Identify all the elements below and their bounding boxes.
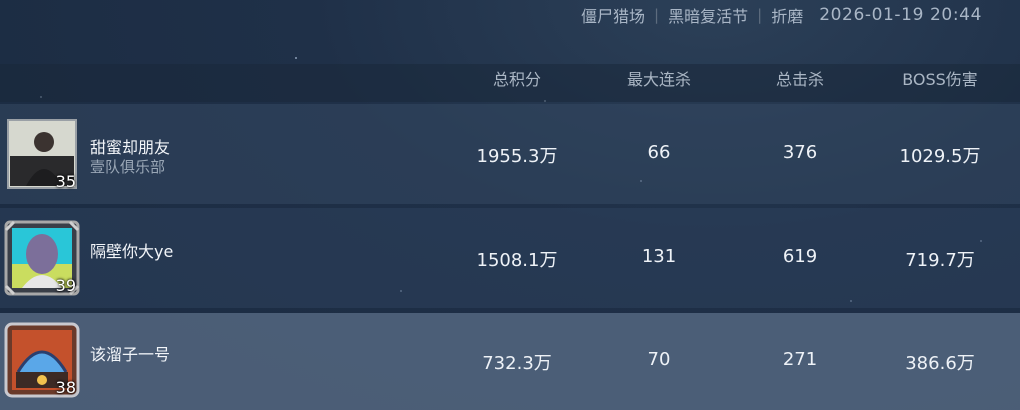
total-score-value: 1955.3万 — [476, 146, 558, 167]
total-kills-value: 271 — [782, 349, 818, 370]
total-kills-value: 376 — [782, 142, 818, 163]
avatar[interactable]: 39 — [4, 220, 80, 296]
match-timestamp: 2026-01-19 20:44 — [819, 5, 982, 25]
avatar[interactable]: 38 — [4, 322, 80, 398]
map-name: 黑暗复活节 — [668, 7, 749, 26]
divider: | — [654, 6, 660, 24]
column-header-boss-damage: BOSS伤害 — [902, 70, 978, 89]
divider: | — [757, 6, 763, 24]
total-score-value: 732.3万 — [482, 353, 552, 374]
player-level: 35 — [55, 172, 76, 191]
difficulty: 折磨 — [771, 7, 804, 26]
table-row[interactable]: 35 甜蜜却朋友 壹队俱乐部 1955.3万 66 376 1029.5万 — [0, 104, 1020, 204]
player-name: 甜蜜却朋友 — [90, 138, 171, 157]
max-streak-value: 70 — [647, 349, 671, 370]
max-streak-value: 131 — [641, 246, 677, 267]
total-score-value: 1508.1万 — [476, 250, 558, 271]
match-info-bar: 僵尸猎场 | 黑暗复活节 | 折磨 2026-01-19 20:44 — [581, 4, 982, 26]
column-header-total-kills: 总击杀 — [775, 70, 824, 89]
player-name: 隔壁你大ye — [90, 242, 174, 261]
player-level: 39 — [55, 276, 76, 295]
column-header-max-streak: 最大连杀 — [626, 70, 691, 89]
boss-damage-value: 386.6万 — [905, 353, 975, 374]
column-header-total-score: 总积分 — [492, 70, 541, 89]
avatar[interactable]: 35 — [4, 116, 80, 192]
boss-damage-value: 719.7万 — [905, 250, 975, 271]
player-level: 38 — [55, 378, 76, 397]
player-club: 壹队俱乐部 — [90, 158, 166, 176]
total-kills-value: 619 — [782, 246, 818, 267]
player-name: 该溜子一号 — [90, 345, 171, 364]
game-mode: 僵尸猎场 — [581, 7, 646, 26]
boss-damage-value: 1029.5万 — [899, 146, 981, 167]
table-row[interactable]: 38 该溜子一号 732.3万 70 271 386.6万 — [0, 313, 1020, 410]
max-streak-value: 66 — [647, 142, 671, 163]
table-row[interactable]: 39 隔壁你大ye 1508.1万 131 619 719.7万 — [0, 208, 1020, 308]
